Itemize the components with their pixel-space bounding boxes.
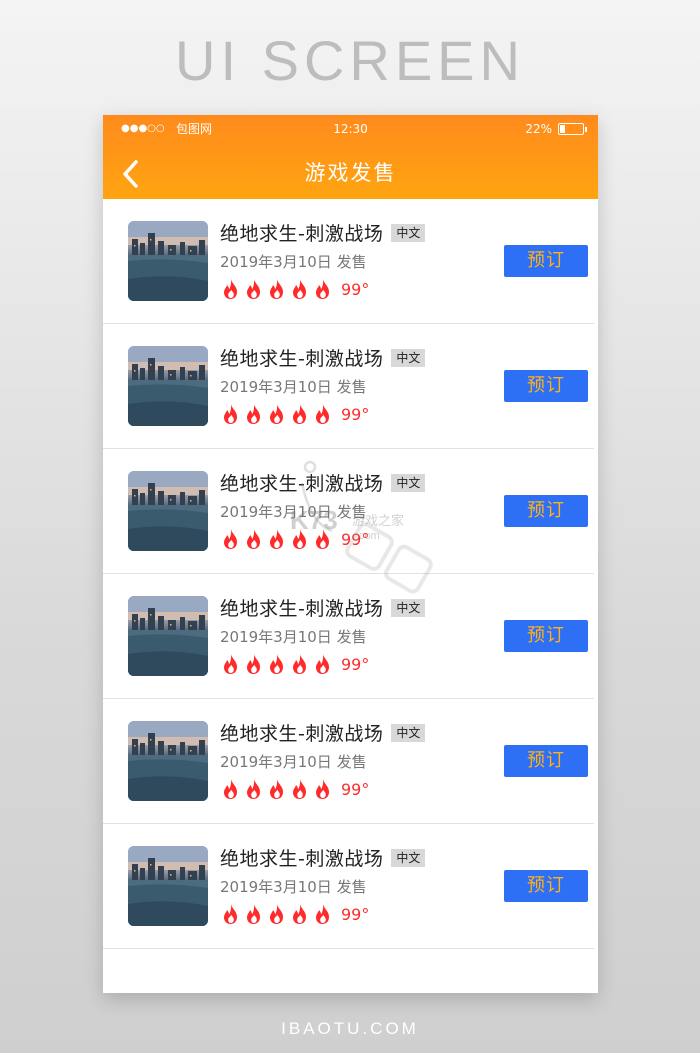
game-row[interactable]: 绝地求生-刺激战场 中文 2019年3月10日 发售 99° 预订 [103,324,594,449]
heat-value: 99° [341,779,370,799]
preorder-button[interactable]: 预订 [504,620,588,652]
flame-icon [316,279,329,299]
flame-icon [247,904,260,924]
flame-icon [293,904,306,924]
footer-brand: IBAOTU.COM [281,1019,419,1038]
flame-icon [247,279,260,299]
game-thumbnail[interactable] [128,221,208,301]
preorder-button[interactable]: 预订 [504,745,588,777]
game-thumbnail[interactable] [128,846,208,926]
battery-percent: 22% [525,122,552,136]
game-title[interactable]: 绝地求生-刺激战场 [220,219,383,246]
flame-icon [316,779,329,799]
game-title[interactable]: 绝地求生-刺激战场 [220,719,383,746]
release-date: 2019年3月10日 发售 [220,253,367,271]
language-badge: 中文 [391,223,426,242]
game-list: 绝地求生-刺激战场 中文 2019年3月10日 发售 99° 预订 绝地求生-刺… [103,199,598,949]
release-date: 2019年3月10日 发售 [220,628,367,646]
flame-icon [224,654,237,674]
game-thumbnail[interactable] [128,721,208,801]
game-title[interactable]: 绝地求生-刺激战场 [220,594,383,621]
language-badge: 中文 [391,473,426,492]
flame-icon [224,529,237,549]
heat-rating: 99° [220,278,369,300]
flame-icon [293,779,306,799]
top-bar: ●●●○○ 包图网 12:30 22% 游戏发售 [103,115,598,199]
flame-icon [247,404,260,424]
language-badge: 中文 [391,598,426,617]
game-thumbnail[interactable] [128,346,208,426]
game-title[interactable]: 绝地求生-刺激战场 [220,344,383,371]
flame-icon [224,904,237,924]
flame-icon [270,654,283,674]
flame-icon [293,654,306,674]
flame-icon [270,529,283,549]
flame-icon [247,654,260,674]
release-date: 2019年3月10日 发售 [220,753,367,771]
flame-icon [293,529,306,549]
page-title: 游戏发售 [304,161,397,185]
heat-rating: 99° [220,903,369,925]
game-row[interactable]: 绝地求生-刺激战场 中文 2019年3月10日 发售 99° 预订 [103,824,594,949]
game-title[interactable]: 绝地求生-刺激战场 [220,844,383,871]
flame-icon [270,779,283,799]
flame-icon [224,779,237,799]
release-date: 2019年3月10日 发售 [220,878,367,896]
flame-icon [247,779,260,799]
heat-rating: 99° [220,403,369,425]
status-bar: ●●●○○ 包图网 12:30 22% [103,115,598,143]
heat-value: 99° [341,904,370,924]
flame-icon [270,279,283,299]
heat-value: 99° [341,529,370,549]
heat-value: 99° [341,404,370,424]
heat-rating: 99° [220,778,369,800]
release-date: 2019年3月10日 发售 [220,503,367,521]
preorder-button[interactable]: 预订 [504,870,588,902]
release-date: 2019年3月10日 发售 [220,378,367,396]
flame-icon [270,904,283,924]
battery-icon [558,123,587,135]
game-row[interactable]: 绝地求生-刺激战场 中文 2019年3月10日 发售 99° 预订 [103,574,594,699]
language-badge: 中文 [391,848,426,867]
flame-icon [316,904,329,924]
poster-heading: UI SCREEN [175,29,525,92]
battery: 22% [525,115,587,143]
game-thumbnail[interactable] [128,596,208,676]
preorder-button[interactable]: 预订 [504,245,588,277]
flame-icon [316,529,329,549]
game-row[interactable]: 绝地求生-刺激战场 中文 2019年3月10日 发售 99° 预订 [103,699,594,824]
flame-icon [316,404,329,424]
game-row[interactable]: 绝地求生-刺激战场 中文 2019年3月10日 发售 99° 预订 [103,449,594,574]
heat-value: 99° [341,654,370,674]
preorder-button[interactable]: 预订 [504,370,588,402]
heat-rating: 99° [220,653,369,675]
flame-icon [224,279,237,299]
language-badge: 中文 [391,348,426,367]
heat-value: 99° [341,279,370,299]
language-badge: 中文 [391,723,426,742]
flame-icon [293,279,306,299]
flame-icon [316,654,329,674]
flame-icon [270,404,283,424]
phone-screen: ●●●○○ 包图网 12:30 22% 游戏发售 绝地求生-刺激战场 中文 20… [103,115,598,993]
game-title[interactable]: 绝地求生-刺激战场 [220,469,383,496]
status-time: 12:30 [333,122,368,136]
flame-icon [224,404,237,424]
heat-rating: 99° [220,528,369,550]
game-row[interactable]: 绝地求生-刺激战场 中文 2019年3月10日 发售 99° 预订 [103,199,594,324]
flame-icon [247,529,260,549]
preorder-button[interactable]: 预订 [504,495,588,527]
game-thumbnail[interactable] [128,471,208,551]
flame-icon [293,404,306,424]
